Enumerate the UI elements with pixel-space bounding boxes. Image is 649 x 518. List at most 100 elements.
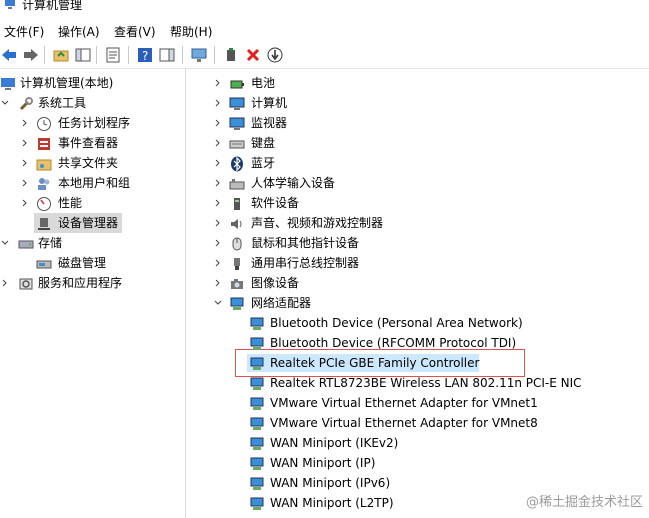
chevron-right-icon[interactable] [213,213,223,233]
network-adapter-item[interactable]: VMware Virtual Ethernet Adapter for VMne… [249,413,639,433]
window-title: 计算机管理 [22,0,83,12]
tree-label: 软件设备 [251,196,300,210]
network-adapter-icon [250,477,264,490]
tree-label: 网络适配器 [251,296,312,310]
network-adapter-item[interactable]: WAN Miniport (IP) [249,453,639,473]
chevron-right-icon[interactable] [0,273,10,293]
chevron-right-icon[interactable] [20,133,30,153]
tree-label: 磁盘管理 [58,256,107,270]
network-adapter-icon [250,417,264,430]
menu-view[interactable]: 查看(V) [114,23,156,40]
chevron-right-icon[interactable] [213,133,223,153]
network-adapter-item[interactable]: Realtek RTL8723BE Wireless LAN 802.11n P… [249,373,639,393]
tree-label: Bluetooth Device (Personal Area Network) [270,316,523,330]
device-category-usb[interactable]: 通用串行总线控制器 [213,253,633,273]
chevron-right-icon[interactable] [20,193,30,213]
network-adapter-item[interactable]: WAN Miniport (IKEv2) [249,433,639,453]
device-category-battery[interactable]: 电池 [213,73,633,93]
device-category-keyboards[interactable]: 键盘 [213,133,633,153]
chevron-right-icon[interactable] [213,273,223,293]
menu-bar: 文件(F) 操作(A) 查看(V) 帮助(H) [0,20,649,40]
menu-file[interactable]: 文件(F) [4,23,44,40]
back-arrow-icon[interactable] [0,46,18,64]
chevron-right-icon[interactable] [213,253,223,273]
device-category-imaging[interactable]: 图像设备 [213,273,633,293]
clock-icon [37,117,51,131]
tree-label: Realtek RTL8723BE Wireless LAN 802.11n P… [270,376,582,390]
svg-text:?: ? [142,49,148,63]
chevron-right-icon[interactable] [213,233,223,253]
enable-device-icon[interactable] [266,46,284,64]
tree-label: 本地用户和组 [58,176,131,190]
chevron-right-icon[interactable] [213,93,223,113]
services-icon [19,278,33,290]
chevron-right-icon[interactable] [20,173,30,193]
battery-icon [230,80,244,89]
chevron-right-icon[interactable] [213,113,223,133]
tree-node-event-viewer[interactable]: 事件查看器 [20,133,185,153]
forward-arrow-icon[interactable] [22,46,40,64]
device-category-hid[interactable]: 人体学输入设备 [213,173,633,193]
chevron-right-icon[interactable] [213,153,223,173]
chevron-right-icon[interactable] [20,153,30,173]
tree-label: WAN Miniport (L2TP) [270,496,394,510]
tree-label: 存储 [38,236,63,250]
tree-node-computer-mgmt[interactable]: 计算机管理(本地) [0,73,185,93]
device-category-bluetooth[interactable]: 蓝牙 [213,153,633,173]
network-adapter-item[interactable]: Bluetooth Device (Personal Area Network) [249,313,639,333]
tree-label: 系统工具 [38,96,87,110]
device-category-software-devices[interactable]: 软件设备 [213,193,633,213]
tree-node-device-manager[interactable]: 设备管理器 [34,213,122,233]
tree-node-storage[interactable]: 存储 [0,233,185,253]
device-category-sound[interactable]: 声音、视频和游戏控制器 [213,213,633,233]
device-category-computer[interactable]: 计算机 [213,93,633,113]
update-driver-icon[interactable] [222,46,240,64]
storage-icon [18,240,34,249]
tree-label: Realtek PCIe GBE Family Controller [270,356,480,370]
shared-folder-icon [36,159,52,171]
tree-node-task-scheduler[interactable]: 任务计划程序 [20,113,185,133]
tree-label: 计算机 [251,96,288,110]
tree-label: 设备管理器 [58,216,119,230]
tree-label: 图像设备 [251,276,300,290]
title-bar: 计算机管理 [0,0,649,14]
monitor-icon [229,117,245,130]
chevron-right-icon[interactable] [213,193,223,213]
network-adapter-item[interactable]: Bluetooth Device (RFCOMM Protocol TDI) [249,333,639,353]
network-adapter-item-selected[interactable]: Realtek PCIe GBE Family Controller [249,353,639,373]
tree-node-disk-management[interactable]: 磁盘管理 [36,253,185,273]
show-hide-tree-icon[interactable] [74,46,92,64]
software-device-icon [234,198,240,210]
chevron-right-icon[interactable] [213,73,223,93]
network-adapter-icon [250,377,264,390]
help-icon[interactable]: ? [136,46,154,64]
show-action-pane-icon[interactable] [158,46,176,64]
network-adapter-item[interactable]: VMware Virtual Ethernet Adapter for VMne… [249,393,639,413]
up-folder-icon[interactable] [52,46,70,64]
network-adapter-item[interactable]: WAN Miniport (IPv6) [249,473,639,493]
tree-node-shared-folders[interactable]: 共享文件夹 [20,153,185,173]
chevron-down-icon[interactable] [0,93,10,113]
scan-hardware-icon[interactable] [190,46,208,64]
device-category-monitors[interactable]: 监视器 [213,113,633,133]
menu-action[interactable]: 操作(A) [58,23,100,40]
tree-node-local-users[interactable]: 本地用户和组 [20,173,185,193]
tree-node-performance[interactable]: 性能 [20,193,185,213]
tree-label: 计算机管理(本地) [20,76,114,90]
tree-node-system-tools[interactable]: 系统工具 [0,93,185,113]
device-category-mice[interactable]: 鼠标和其他指针设备 [213,233,633,253]
device-category-network-adapters[interactable]: 网络适配器 [213,293,633,313]
chevron-right-icon[interactable] [20,113,30,133]
chevron-down-icon[interactable] [213,293,223,313]
network-adapter-icon [250,357,264,370]
tree-node-services-apps[interactable]: 服务和应用程序 [0,273,185,293]
chevron-down-icon[interactable] [0,233,10,253]
watermark: @稀土掘金技术社区 [525,495,643,510]
properties-icon[interactable] [104,46,122,64]
chevron-right-icon[interactable] [213,173,223,193]
toolbar-separator [96,46,97,64]
network-adapter-icon [250,317,264,330]
menu-help[interactable]: 帮助(H) [170,23,212,40]
uninstall-device-icon[interactable] [244,46,262,64]
computer-mgmt-icon [1,78,15,90]
